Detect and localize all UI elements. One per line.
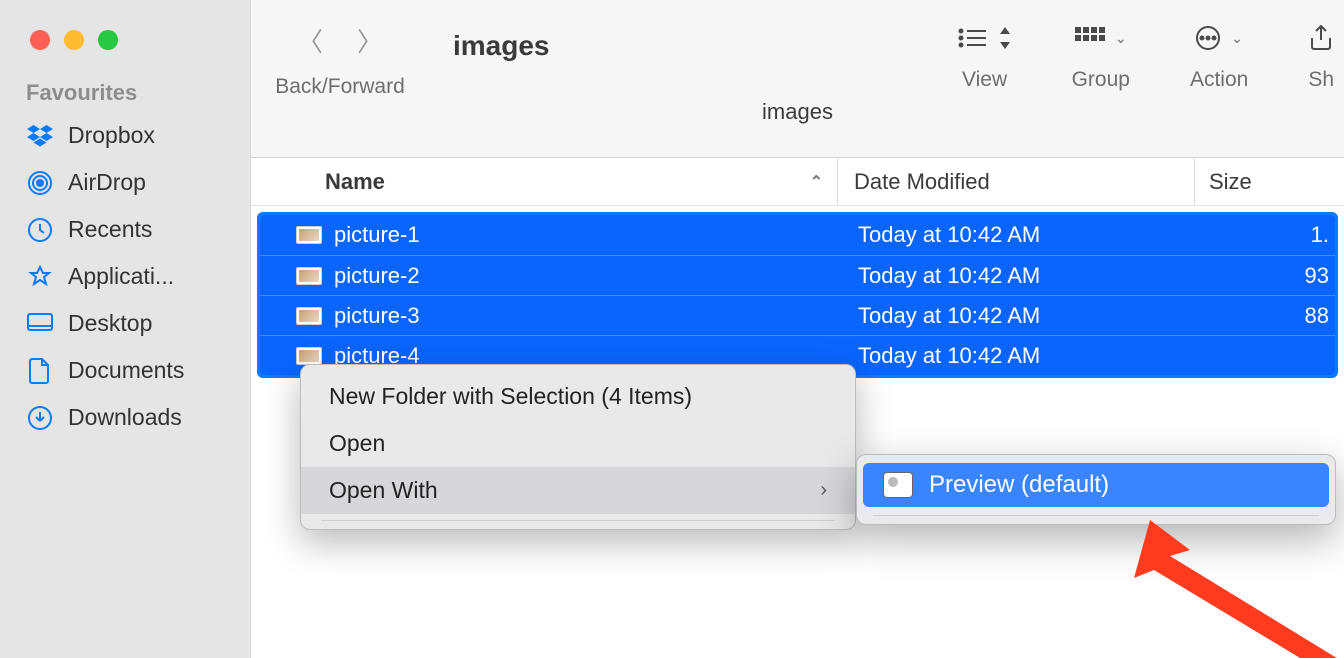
- group-label: Group: [1072, 68, 1130, 92]
- sidebar-item-documents[interactable]: Documents: [0, 347, 250, 394]
- sidebar-item-recents[interactable]: Recents: [0, 206, 250, 253]
- file-list: picture-1 Today at 10:42 AM 1. picture-2…: [251, 206, 1344, 378]
- action-icon: [1195, 25, 1221, 51]
- file-size: 93: [1202, 263, 1335, 289]
- document-icon: [26, 358, 54, 384]
- sidebar-item-label: Downloads: [68, 404, 182, 431]
- path-bar[interactable]: images: [251, 99, 1344, 133]
- sidebar-section-favourites: Favourites: [0, 80, 250, 112]
- menu-divider: [321, 520, 835, 521]
- forward-icon[interactable]: 〉: [357, 22, 383, 59]
- menu-divider: [873, 515, 1319, 516]
- zoom-window-button[interactable]: [98, 30, 118, 50]
- clock-icon: [26, 217, 54, 243]
- image-thumbnail-icon: [296, 267, 322, 285]
- sidebar-item-label: Dropbox: [68, 122, 155, 149]
- window-controls: [0, 0, 250, 80]
- window-title: images: [453, 30, 550, 62]
- sidebar-item-dropbox[interactable]: Dropbox: [0, 112, 250, 159]
- applications-icon: [26, 264, 54, 290]
- sidebar-item-downloads[interactable]: Downloads: [0, 394, 250, 441]
- file-size: 1.: [1202, 222, 1335, 248]
- context-menu-new-folder[interactable]: New Folder with Selection (4 Items): [301, 373, 855, 420]
- view-button[interactable]: View: [958, 22, 1012, 92]
- sidebar-item-label: Recents: [68, 216, 152, 243]
- list-view-icon: [958, 27, 988, 49]
- close-window-button[interactable]: [30, 30, 50, 50]
- sidebar: Favourites Dropbox AirDrop Recents Appli…: [0, 0, 250, 658]
- dropbox-icon: [26, 125, 54, 147]
- file-row[interactable]: picture-1 Today at 10:42 AM 1.: [260, 215, 1335, 255]
- sort-indicator-icon: ⌃: [810, 172, 823, 192]
- action-button[interactable]: ⌄ Action: [1190, 22, 1248, 92]
- column-header-size[interactable]: Size: [1195, 169, 1344, 195]
- sidebar-item-desktop[interactable]: Desktop: [0, 300, 250, 347]
- file-row[interactable]: picture-3 Today at 10:42 AM 88: [260, 295, 1335, 335]
- file-name: picture-1: [334, 222, 420, 248]
- back-forward-label: Back/Forward: [251, 75, 429, 99]
- context-menu-open[interactable]: Open: [301, 420, 855, 467]
- back-icon[interactable]: 〈: [297, 22, 323, 59]
- view-label: View: [962, 68, 1007, 92]
- up-down-icon: [998, 27, 1012, 49]
- back-forward-control[interactable]: 〈 〉 Back/Forward: [251, 22, 429, 99]
- sidebar-item-label: Applicati...: [68, 263, 174, 290]
- annotation-arrow: [1110, 520, 1344, 658]
- airdrop-icon: [26, 170, 54, 196]
- file-date: Today at 10:42 AM: [846, 263, 1202, 289]
- selected-files-group: picture-1 Today at 10:42 AM 1. picture-2…: [257, 212, 1338, 378]
- column-header-date[interactable]: Date Modified: [838, 169, 1194, 195]
- share-button[interactable]: Sh: [1308, 22, 1334, 92]
- image-thumbnail-icon: [296, 347, 322, 365]
- grid-icon: [1075, 27, 1105, 49]
- file-name: picture-2: [334, 263, 420, 289]
- file-date: Today at 10:42 AM: [846, 222, 1202, 248]
- sidebar-item-applications[interactable]: Applicati...: [0, 253, 250, 300]
- open-with-submenu: Preview (default): [856, 454, 1336, 525]
- column-headers: Name ⌃ Date Modified Size: [251, 158, 1344, 206]
- toolbar: 〈 〉 Back/Forward images: [251, 0, 1344, 158]
- preview-app-icon: [883, 472, 913, 498]
- chevron-right-icon: ›: [820, 479, 827, 502]
- context-menu: New Folder with Selection (4 Items) Open…: [300, 364, 856, 530]
- sidebar-item-label: Documents: [68, 357, 184, 384]
- column-header-name[interactable]: Name ⌃: [251, 169, 837, 195]
- sidebar-item-label: Desktop: [68, 310, 152, 337]
- chevron-down-icon: ⌄: [1115, 30, 1127, 47]
- group-button[interactable]: ⌄ Group: [1072, 22, 1130, 92]
- share-label: Sh: [1308, 68, 1334, 92]
- submenu-item-preview[interactable]: Preview (default): [863, 463, 1329, 507]
- action-label: Action: [1190, 68, 1248, 92]
- desktop-icon: [26, 313, 54, 335]
- sidebar-item-label: AirDrop: [68, 169, 146, 196]
- minimize-window-button[interactable]: [64, 30, 84, 50]
- file-date: Today at 10:42 AM: [846, 343, 1202, 369]
- image-thumbnail-icon: [296, 226, 322, 244]
- image-thumbnail-icon: [296, 307, 322, 325]
- file-date: Today at 10:42 AM: [846, 303, 1202, 329]
- sidebar-item-airdrop[interactable]: AirDrop: [0, 159, 250, 206]
- context-menu-open-with[interactable]: Open With ›: [301, 467, 855, 514]
- chevron-down-icon: ⌄: [1231, 30, 1243, 47]
- file-row[interactable]: picture-2 Today at 10:42 AM 93: [260, 255, 1335, 295]
- download-icon: [26, 405, 54, 431]
- share-icon: [1309, 25, 1333, 51]
- file-size: 88: [1202, 303, 1335, 329]
- file-name: picture-3: [334, 303, 420, 329]
